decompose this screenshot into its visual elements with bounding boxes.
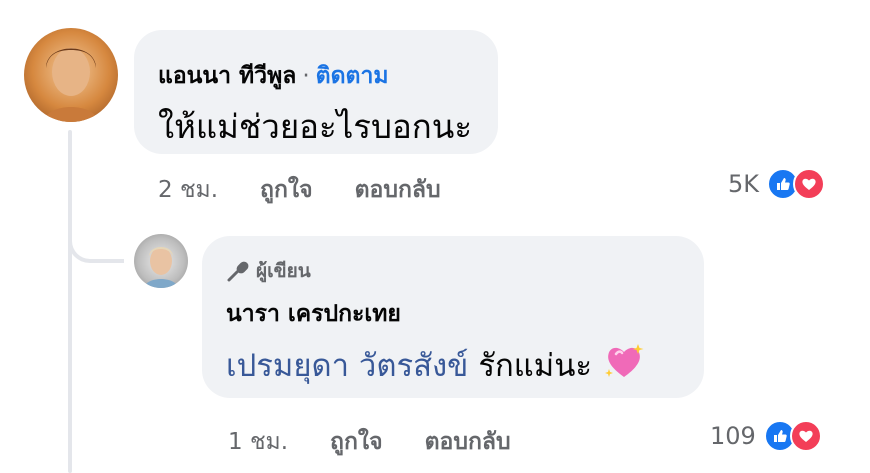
author-badge: ผู้เขียน (226, 256, 311, 286)
like-button[interactable]: ถูกใจ (260, 172, 313, 208)
microphone-icon (227, 261, 249, 282)
thread-line (68, 130, 72, 473)
reply-avatar[interactable] (134, 234, 188, 288)
reply-text: เปรมยุดา วัตรสังข์ รักแม่นะ (226, 340, 644, 390)
reply-button[interactable]: ตอบกลับ (355, 172, 441, 208)
mention-link[interactable]: เปรมยุดา วัตรสังข์ (226, 340, 468, 390)
love-icon (793, 168, 826, 200)
reaction-summary[interactable]: 109 (710, 420, 822, 452)
reply-actions: 1 ชม. ถูกใจ ตอบกลับ (228, 424, 511, 460)
comment-author-row: แอนนา ทีวีพูล · ติดตาม (158, 58, 389, 94)
comment-actions: 2 ชม. ถูกใจ ตอบกลับ (158, 172, 441, 208)
profile-photo-icon (44, 48, 98, 122)
reply-timestamp[interactable]: 1 ชม. (228, 424, 288, 460)
reply-button[interactable]: ตอบกลับ (425, 424, 511, 460)
separator-dot: · (302, 63, 310, 89)
love-icon (789, 420, 822, 452)
comment-text: ให้แม่ช่วยอะไรบอกนะ (158, 107, 473, 146)
reply-bubble: ผู้เขียน นารา เครปกะเทย เปรมยุดา วัตรสัง… (202, 236, 704, 398)
comment-author-name[interactable]: แอนนา ทีวีพูล (158, 63, 296, 89)
like-button[interactable]: ถูกใจ (330, 424, 383, 460)
comment-bubble: แอนนา ทีวีพูล · ติดตาม ให้แม่ช่วยอะไรบอกนะ (134, 30, 498, 154)
comment-timestamp[interactable]: 2 ชม. (158, 172, 218, 208)
avatar[interactable] (24, 28, 118, 122)
sparkling-heart-icon (604, 342, 644, 388)
reaction-count: 5K (728, 170, 760, 198)
reaction-count: 109 (710, 422, 756, 450)
follow-button[interactable]: ติดตาม (316, 63, 389, 89)
reply-message: รักแม่นะ (478, 348, 593, 384)
reply-author-name[interactable]: นารา เครปกะเทย (226, 296, 401, 332)
profile-photo-icon (144, 247, 178, 288)
author-badge-label: ผู้เขียน (256, 260, 311, 282)
thread-connector (68, 215, 124, 263)
reaction-summary[interactable]: 5K (728, 168, 826, 200)
